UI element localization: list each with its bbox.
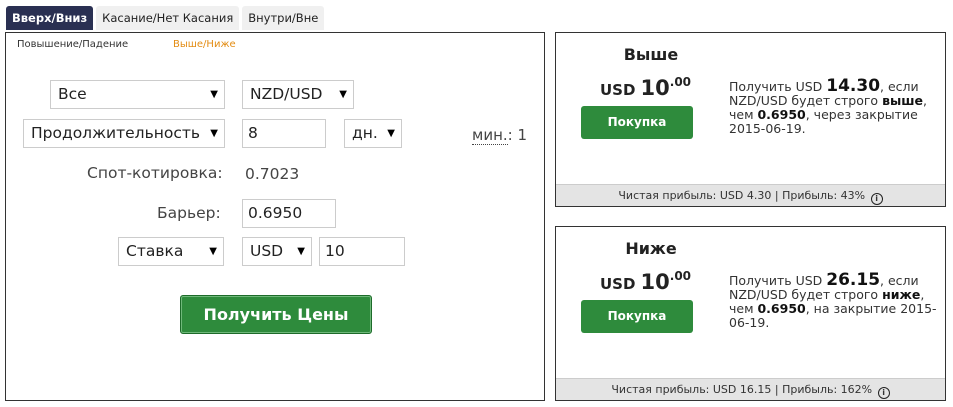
barrier-value: 0.6950 xyxy=(757,107,806,122)
duration-type-value: Продолжительность xyxy=(31,124,201,142)
contract-card-higher: Выше USD 10.00 Покупка Получить USD 14.3… xyxy=(555,32,946,207)
market-select[interactable]: Все ▼ xyxy=(50,80,225,109)
contract-type-tabs: Вверх/Вниз Касание/Нет Касания Внутри/Вн… xyxy=(6,6,327,30)
price-decimals: .00 xyxy=(669,269,692,283)
direction-word: ниже xyxy=(882,287,921,302)
barrier-input[interactable]: 0.6950 xyxy=(242,199,336,228)
contract-title: Ниже xyxy=(625,239,677,258)
amount-input[interactable]: 10 xyxy=(319,237,405,266)
symbol-select-value: NZD/USD xyxy=(250,85,323,103)
contract-footer: Чистая прибыль: USD 16.15 | Прибыль: 162… xyxy=(556,378,945,400)
chevron-down-icon: ▼ xyxy=(210,89,218,100)
price-currency: USD xyxy=(600,81,636,99)
info-icon[interactable]: i xyxy=(870,193,883,205)
profit-summary: Чистая прибыль: USD 16.15 | Прибыль: 162… xyxy=(611,383,873,396)
chevron-down-icon: ▼ xyxy=(210,128,218,139)
tab-in-out[interactable]: Внутри/Вне xyxy=(242,6,325,30)
duration-unit-select[interactable]: дн. ▼ xyxy=(344,119,402,148)
duration-type-select[interactable]: Продолжительность ▼ xyxy=(23,119,225,148)
price-amount: 10 xyxy=(640,270,670,294)
price-decimals: .00 xyxy=(669,75,692,89)
spot-value: 0.7023 xyxy=(245,165,300,183)
buy-button[interactable]: Покупка xyxy=(581,106,693,139)
trade-form-panel: Повышение/Падение Выше/Ниже Все ▼ NZD/US… xyxy=(5,32,545,401)
contract-card-lower: Ниже USD 10.00 Покупка Получить USD 26.1… xyxy=(555,226,946,401)
desc-text: Получить USD xyxy=(729,273,827,288)
info-icon[interactable]: i xyxy=(877,387,890,399)
symbol-select[interactable]: NZD/USD ▼ xyxy=(242,80,354,109)
chevron-down-icon: ▼ xyxy=(209,246,217,257)
duration-input[interactable]: 8 xyxy=(242,119,326,148)
min-duration-hint: мин.: 1 xyxy=(472,126,528,145)
contract-footer: Чистая прибыль: USD 4.30 | Прибыль: 43% … xyxy=(556,184,945,206)
contract-title: Выше xyxy=(623,45,679,64)
profit-summary: Чистая прибыль: USD 4.30 | Прибыль: 43% xyxy=(618,189,866,202)
currency-select[interactable]: USD ▼ xyxy=(242,237,312,266)
min-label: мин. xyxy=(472,126,508,145)
buy-button[interactable]: Покупка xyxy=(581,300,693,333)
min-value: : 1 xyxy=(507,126,528,144)
direction-word: выше xyxy=(882,93,924,108)
currency-select-value: USD xyxy=(250,242,284,260)
chevron-down-icon: ▼ xyxy=(387,128,395,139)
market-select-value: Все xyxy=(58,85,87,103)
contract-description: Получить USD 26.15, если NZD/USD будет с… xyxy=(729,272,939,330)
subtab-higher-lower[interactable]: Выше/Ниже xyxy=(173,39,236,50)
subtab-rise-fall[interactable]: Повышение/Падение xyxy=(17,39,128,50)
contract-price: USD 10.00 xyxy=(600,269,691,294)
price-amount: 10 xyxy=(640,76,670,100)
barrier-label: Барьер: xyxy=(157,204,221,222)
desc-text: Получить USD xyxy=(729,79,827,94)
duration-unit-value: дн. xyxy=(352,124,378,142)
tab-touch-no-touch[interactable]: Касание/Нет Касания xyxy=(96,6,240,30)
barrier-value: 0.6950 xyxy=(757,301,806,316)
amount-type-value: Ставка xyxy=(126,242,184,260)
contract-price: USD 10.00 xyxy=(600,75,691,100)
price-currency: USD xyxy=(600,275,636,293)
spot-label: Спот-котировка: xyxy=(87,164,223,182)
chevron-down-icon: ▼ xyxy=(339,89,347,100)
tab-up-down[interactable]: Вверх/Вниз xyxy=(6,6,94,30)
chevron-down-icon: ▼ xyxy=(297,246,305,257)
get-prices-button[interactable]: Получить Цены xyxy=(180,295,372,334)
contract-description: Получить USD 14.30, если NZD/USD будет с… xyxy=(729,78,939,136)
amount-type-select[interactable]: Ставка ▼ xyxy=(118,237,224,266)
